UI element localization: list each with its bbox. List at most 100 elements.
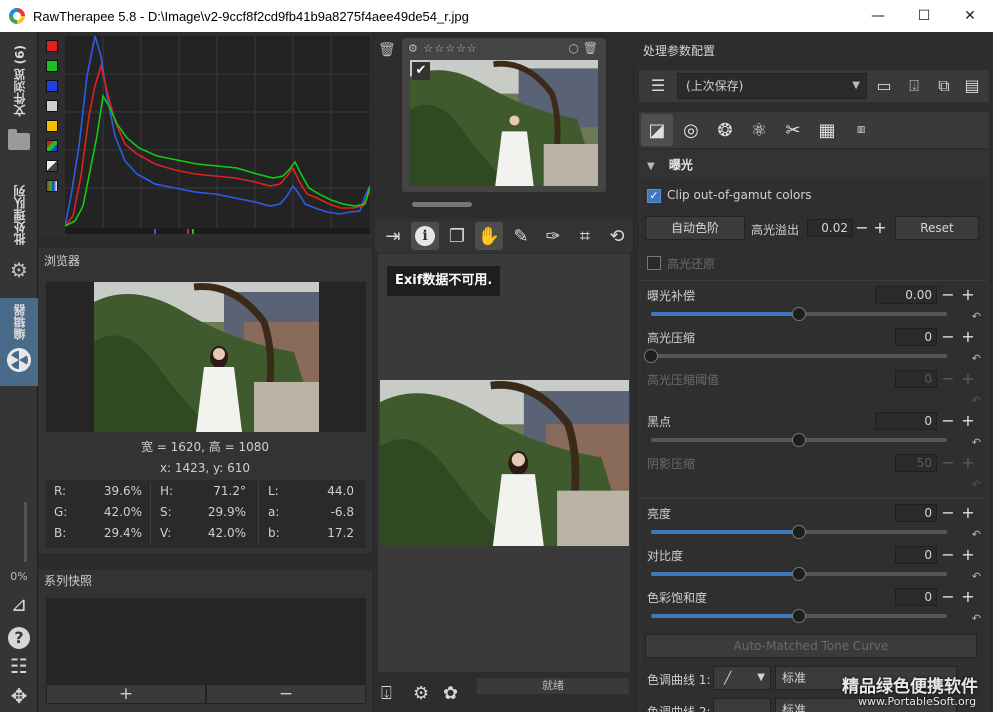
saturation-minus[interactable]: −	[939, 588, 957, 606]
hide-filmstrip-icon[interactable]: ⇥	[379, 222, 407, 250]
exposure-comp-minus[interactable]: −	[939, 286, 957, 304]
black-minus[interactable]: −	[939, 412, 957, 430]
tone-curve-1-shape-select[interactable]: ╱ ▼	[713, 666, 771, 690]
profile-list-icon[interactable]: ☰	[645, 74, 671, 98]
clip-minus-button[interactable]: −	[853, 219, 871, 237]
tab-color-icon[interactable]: ❂	[709, 114, 741, 146]
open-profile-icon[interactable]: ▭	[871, 74, 897, 98]
histogram-mode-toggle[interactable]	[46, 180, 58, 192]
navigator-preview[interactable]	[46, 282, 366, 432]
lightness-plus[interactable]: +	[959, 504, 977, 522]
histogram-bar-toggle[interactable]	[46, 160, 58, 172]
white-balance-picker-icon[interactable]: ✎	[507, 222, 535, 250]
tab-raw-icon[interactable]: ▦	[811, 114, 843, 146]
saturation-slider[interactable]	[651, 609, 947, 623]
clip-plus-button[interactable]: +	[871, 219, 889, 237]
selected-check-icon[interactable]: ✔	[412, 62, 430, 80]
tab-metadata-icon[interactable]: ▥	[845, 114, 877, 146]
tab-exposure-icon[interactable]: ◪	[641, 114, 673, 146]
zoom-vertical-slider[interactable]	[24, 502, 27, 562]
tone-curve-2-shape-select[interactable]	[713, 698, 771, 712]
auto-matched-tone-curve-button[interactable]: Auto-Matched Tone Curve	[645, 634, 977, 658]
info-icon[interactable]: i	[411, 222, 439, 250]
save-profile-icon[interactable]: ⍗	[901, 74, 927, 98]
histogram-chroma-toggle[interactable]	[46, 120, 58, 132]
exposure-header[interactable]: ▼ 曝光	[647, 156, 693, 173]
close-button[interactable]: ✕	[947, 0, 993, 32]
thumb-actions-icon[interactable]: ○ 🗑	[568, 41, 598, 55]
fullscreen-move-icon[interactable]: ✥	[7, 684, 31, 708]
paste-profile-icon[interactable]: ▤	[959, 74, 985, 98]
external-editor-icon[interactable]: ✿	[443, 683, 458, 704]
batch-gear-icon[interactable]: ⚙	[0, 256, 38, 284]
profile-selector[interactable]: (上次保存) ▼	[677, 73, 867, 99]
highlight-compression-plus[interactable]: +	[959, 328, 977, 346]
crop-icon[interactable]: ⌗	[571, 222, 599, 250]
exposure-comp-slider[interactable]	[651, 307, 947, 321]
reset-arrow-icon[interactable]: ↶	[972, 570, 981, 583]
add-snapshot-button[interactable]: +	[46, 684, 206, 704]
folder-icon[interactable]	[0, 128, 38, 154]
highlight-reconstruction-checkbox[interactable]	[647, 256, 661, 270]
exposure-comp-input[interactable]: 0.00	[875, 286, 937, 304]
reset-arrow-icon[interactable]: ↶	[972, 436, 981, 449]
reset-arrow-icon[interactable]: ↶	[972, 310, 981, 323]
black-input[interactable]: 0	[875, 412, 937, 430]
highlight-compression-minus[interactable]: −	[939, 328, 957, 346]
highlight-compression-slider[interactable]	[644, 349, 947, 363]
trash-icon[interactable]: 🗑	[378, 42, 396, 58]
send-to-editor-icon[interactable]: ⊿	[7, 592, 31, 616]
reset-arrow-icon[interactable]: ↶	[972, 352, 981, 365]
tab-editor-label: 编辑器	[12, 304, 27, 340]
saturation-input[interactable]: 0	[895, 588, 937, 606]
before-after-icon[interactable]: ❐	[443, 222, 471, 250]
filmstrip-scrollbar[interactable]	[412, 202, 472, 207]
snapshot-list[interactable]	[46, 598, 366, 684]
histogram-green-toggle[interactable]	[46, 60, 58, 72]
maximize-button[interactable]: ☐	[901, 0, 947, 32]
auto-levels-button[interactable]: 自动色阶	[645, 216, 745, 240]
clip-gamut-checkbox[interactable]: ✓	[647, 189, 661, 203]
contrast-minus[interactable]: −	[939, 546, 957, 564]
main-preview-photo	[380, 380, 629, 546]
clip-value-input[interactable]: 0.02	[807, 219, 853, 237]
histogram-blue-toggle[interactable]	[46, 80, 58, 92]
contrast-input[interactable]: 0	[895, 546, 937, 564]
reset-arrow-icon[interactable]: ↶	[972, 612, 981, 625]
black-plus[interactable]: +	[959, 412, 977, 430]
tab-detail-icon[interactable]: ◎	[675, 114, 707, 146]
saturation-plus[interactable]: +	[959, 588, 977, 606]
remove-snapshot-button[interactable]: −	[206, 684, 366, 704]
tab-file-browser[interactable]: 文件浏览 (6)	[0, 40, 38, 122]
reset-button[interactable]: Reset	[895, 216, 979, 240]
lightness-slider[interactable]	[651, 525, 947, 539]
black-slider[interactable]	[651, 433, 947, 447]
copy-profile-icon[interactable]: ⧉	[931, 74, 957, 98]
image-preview[interactable]: Exif数据不可用.	[378, 254, 630, 672]
rating-stars[interactable]: ⚙ ☆☆☆☆☆	[408, 42, 478, 55]
color-picker-icon[interactable]: ✑	[539, 222, 567, 250]
histogram-luminance-toggle[interactable]	[46, 100, 58, 112]
minimize-button[interactable]: —	[855, 0, 901, 32]
highlight-compression-input[interactable]: 0	[895, 328, 937, 346]
shadow-minus: −	[941, 453, 955, 472]
reset-arrow-icon[interactable]: ↶	[972, 528, 981, 541]
straighten-icon[interactable]: ⟲	[603, 222, 631, 250]
histogram-red-toggle[interactable]	[46, 40, 58, 52]
contrast-slider[interactable]	[651, 567, 947, 581]
preferences-sliders-icon[interactable]: ☷	[7, 654, 31, 678]
contrast-plus[interactable]: +	[959, 546, 977, 564]
lightness-minus[interactable]: −	[939, 504, 957, 522]
thumbnail-card[interactable]: ⚙ ☆☆☆☆☆ ○ 🗑 ✔	[402, 38, 606, 192]
histogram-raw-toggle[interactable]	[46, 140, 58, 152]
queue-gear-icon[interactable]: ⚙	[413, 683, 429, 704]
lightness-input[interactable]: 0	[895, 504, 937, 522]
tab-batch-queue[interactable]: 批处理队列	[0, 180, 38, 250]
tab-advanced-icon[interactable]: ⚛	[743, 114, 775, 146]
save-image-icon[interactable]: ⍗	[381, 683, 392, 704]
hand-tool-icon[interactable]: ✋	[475, 222, 503, 250]
help-icon[interactable]: ?	[7, 624, 31, 649]
exposure-comp-plus[interactable]: +	[959, 286, 977, 304]
tab-transform-icon[interactable]: ✂	[777, 114, 809, 146]
tab-editor[interactable]: 编辑器	[0, 298, 38, 386]
